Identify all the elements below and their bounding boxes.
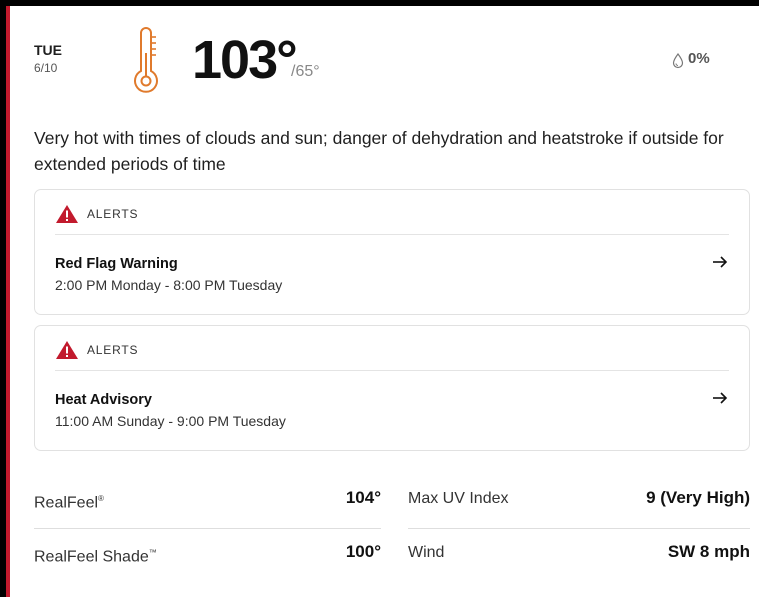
arrow-right-icon[interactable]: [711, 253, 729, 271]
detail-row-realfeel: RealFeel® 104°: [34, 479, 381, 529]
realfeel-value: 104°: [345, 488, 381, 507]
realfeel-shade-value: 100°: [345, 542, 381, 561]
alert-time-range: 2:00 PM Monday - 8:00 PM Tuesday: [55, 277, 283, 293]
alert-header: ALERTS: [55, 338, 138, 362]
wind-label: Wind: [408, 544, 445, 561]
detail-row-max-uv-index: Max UV Index 9 (Very High): [408, 479, 750, 529]
divider: [55, 234, 729, 235]
droplet-icon: [672, 53, 684, 69]
weekday-label: TUE: [34, 42, 62, 58]
alert-card-heat-advisory[interactable]: ALERTS Heat Advisory 11:00 AM Sunday - 9…: [34, 325, 750, 451]
alert-header: ALERTS: [55, 202, 138, 226]
uv-value: 9 (Very High): [646, 488, 750, 507]
alert-label: ALERTS: [87, 343, 139, 357]
high-temperature: 103°: [192, 30, 298, 90]
alert-label: ALERTS: [87, 207, 139, 221]
alert-time-range: 11:00 AM Sunday - 9:00 PM Tuesday: [55, 413, 286, 429]
alert-title: Heat Advisory: [55, 392, 152, 408]
realfeel-shade-label: RealFeel Shade™: [34, 548, 157, 566]
thermometer-icon: [134, 27, 158, 93]
detail-row-wind: Wind SW 8 mph: [408, 533, 750, 583]
trademark-mark: ™: [148, 548, 157, 557]
detail-row-realfeel-shade: RealFeel Shade™ 100°: [34, 533, 381, 583]
date-label: 6/10: [34, 61, 58, 75]
alert-card-red-flag-warning[interactable]: ALERTS Red Flag Warning 2:00 PM Monday -…: [34, 189, 750, 315]
uv-label: Max UV Index: [408, 490, 509, 507]
low-temperature: /65°: [291, 63, 320, 80]
alert-title: Red Flag Warning: [55, 256, 178, 272]
realfeel-label: RealFeel®: [34, 494, 104, 512]
precipitation-probability: 0%: [688, 50, 710, 67]
wind-value: SW 8 mph: [667, 542, 750, 561]
arrow-right-icon[interactable]: [711, 389, 729, 407]
warning-triangle-icon: [56, 341, 78, 359]
forecast-phrase: Very hot with times of clouds and sun; d…: [34, 128, 724, 174]
daily-forecast-card: TUE 6/10 103° /65° 0% Very hot with time…: [6, 6, 759, 597]
registered-mark: ®: [98, 494, 104, 503]
warning-triangle-icon: [56, 205, 78, 223]
divider: [55, 370, 729, 371]
